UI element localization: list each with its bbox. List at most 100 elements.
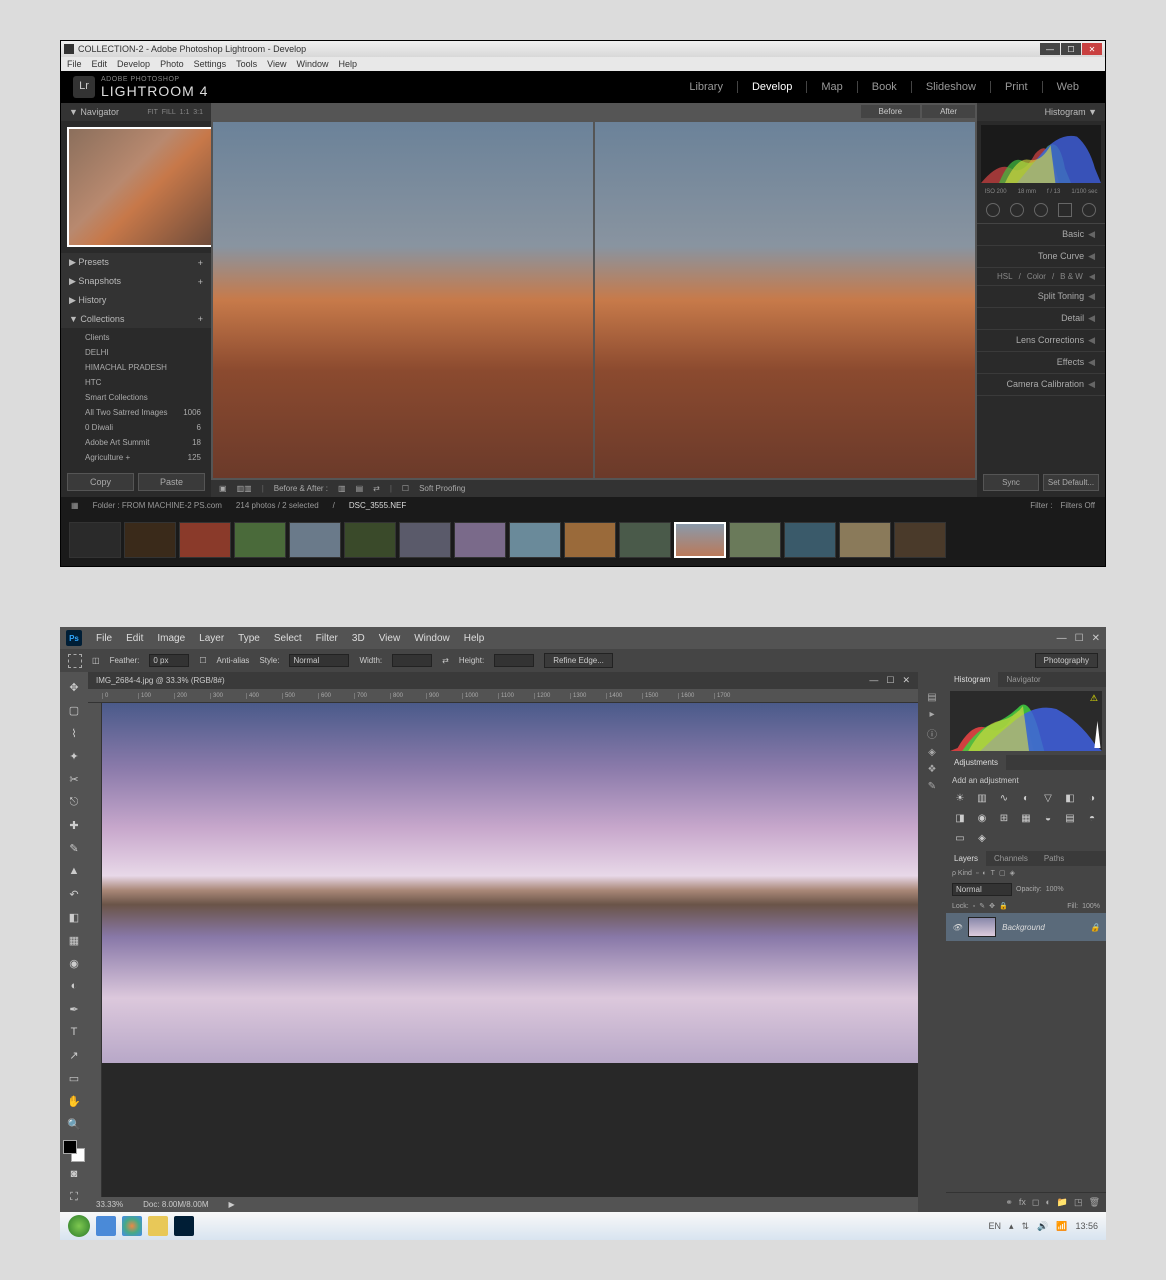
menu-help[interactable]: Help bbox=[339, 59, 358, 69]
menu-view[interactable]: View bbox=[267, 59, 286, 69]
info-icon[interactable]: ⓘ bbox=[927, 726, 937, 741]
filmstrip-thumb[interactable] bbox=[619, 522, 671, 558]
marquee-tool-icon[interactable]: ▢ bbox=[63, 699, 85, 721]
detail-panel[interactable]: Detail◀ bbox=[977, 308, 1105, 330]
status-arrow-icon[interactable]: ▶ bbox=[229, 1200, 235, 1209]
grid-icon[interactable]: ▦ bbox=[71, 501, 79, 510]
collection-item[interactable]: Smart Collections bbox=[61, 390, 211, 405]
after-image[interactable] bbox=[595, 122, 975, 478]
tab-navigator[interactable]: Navigator bbox=[998, 672, 1048, 687]
collection-item[interactable]: Adobe Art Summit18 bbox=[61, 435, 211, 450]
menu-type[interactable]: Type bbox=[238, 633, 260, 644]
layer-name[interactable]: Background bbox=[1002, 923, 1045, 932]
selective-icon[interactable]: ◈ bbox=[974, 831, 990, 845]
ba-mode-icon[interactable]: ▤ bbox=[356, 484, 364, 493]
histogram-header[interactable]: Histogram ▼ bbox=[977, 103, 1105, 121]
path-tool-icon[interactable]: ↗ bbox=[63, 1044, 85, 1066]
vibrance-icon[interactable]: ▽ bbox=[1040, 791, 1056, 805]
zoom-level[interactable]: 33.33% bbox=[96, 1200, 123, 1209]
layer-kind-label[interactable]: ρ Kind bbox=[952, 870, 972, 877]
menu-edit[interactable]: Edit bbox=[92, 59, 108, 69]
wand-tool-icon[interactable]: ✦ bbox=[63, 745, 85, 767]
filmstrip-thumb[interactable] bbox=[289, 522, 341, 558]
fill-value[interactable]: 100% bbox=[1082, 903, 1100, 910]
tab-layers[interactable]: Layers bbox=[946, 851, 986, 866]
crop-tool-icon[interactable]: ✂ bbox=[63, 768, 85, 790]
ba-mode-icon[interactable]: ▥ bbox=[338, 484, 346, 493]
module-library[interactable]: Library bbox=[689, 81, 738, 93]
filmstrip-thumb[interactable] bbox=[179, 522, 231, 558]
selection-mode-icon[interactable]: ◫ bbox=[92, 656, 100, 665]
snapshots-panel[interactable]: ▶ Snapshots+ bbox=[61, 272, 211, 291]
bw-icon[interactable]: ◨ bbox=[952, 811, 968, 825]
curves-icon[interactable]: ∿ bbox=[996, 791, 1012, 805]
tonecurve-panel[interactable]: Tone Curve◀ bbox=[977, 246, 1105, 268]
menu-settings[interactable]: Settings bbox=[194, 59, 227, 69]
horizontal-ruler[interactable]: 0100200300400500600700800900100011001200… bbox=[88, 689, 918, 703]
menu-3d[interactable]: 3D bbox=[352, 633, 365, 644]
screenmode-icon[interactable]: ⛶ bbox=[63, 1186, 85, 1208]
document-tab[interactable]: IMG_2684-4.jpg @ 33.3% (RGB/8#) — ☐ ✕ bbox=[88, 672, 918, 689]
type-tool-icon[interactable]: T bbox=[63, 1021, 85, 1043]
minimize-button[interactable]: — bbox=[1057, 633, 1067, 644]
collection-item[interactable]: 0 Diwali6 bbox=[61, 420, 211, 435]
gradient-tool-icon[interactable]: ▦ bbox=[63, 929, 85, 951]
tray-flag-icon[interactable]: ▴ bbox=[1009, 1221, 1014, 1232]
collection-item[interactable]: HIMACHAL PRADESH bbox=[61, 360, 211, 375]
splittoning-panel[interactable]: Split Toning◀ bbox=[977, 286, 1105, 308]
invert-icon[interactable]: ◒ bbox=[1040, 811, 1056, 825]
menu-edit[interactable]: Edit bbox=[126, 633, 143, 644]
menu-photo[interactable]: Photo bbox=[160, 59, 184, 69]
explorer-taskbar-icon[interactable] bbox=[148, 1216, 168, 1236]
doc-minimize-icon[interactable]: — bbox=[869, 675, 878, 686]
tab-channels[interactable]: Channels bbox=[986, 851, 1036, 866]
vertical-ruler[interactable] bbox=[88, 703, 102, 1197]
minimize-button[interactable]: — bbox=[1040, 43, 1060, 55]
actions-icon[interactable]: ▸ bbox=[929, 709, 934, 720]
module-print[interactable]: Print bbox=[1005, 81, 1043, 93]
lenscorr-panel[interactable]: Lens Corrections◀ bbox=[977, 330, 1105, 352]
chrome-taskbar-icon[interactable] bbox=[122, 1216, 142, 1236]
filter-shape-icon[interactable]: ▢ bbox=[999, 869, 1006, 877]
filmstrip[interactable] bbox=[61, 514, 1105, 566]
lasso-tool-icon[interactable]: ⌇ bbox=[63, 722, 85, 744]
filmstrip-thumb[interactable] bbox=[69, 522, 121, 558]
copy-button[interactable]: Copy bbox=[67, 473, 134, 491]
link-layers-icon[interactable]: ⚭ bbox=[1005, 1197, 1013, 1208]
menu-develop[interactable]: Develop bbox=[117, 59, 150, 69]
exposure-icon[interactable]: ◐ bbox=[1018, 791, 1034, 805]
filter-adjust-icon[interactable]: ◐ bbox=[982, 870, 986, 877]
collection-item[interactable]: DELHI bbox=[61, 345, 211, 360]
history-icon[interactable]: ▤ bbox=[927, 692, 936, 703]
delete-layer-icon[interactable]: 🗑 bbox=[1089, 1197, 1100, 1208]
compare-view-icon[interactable]: ▥▥ bbox=[237, 484, 252, 493]
tray-wifi-icon[interactable]: 📶 bbox=[1056, 1221, 1067, 1232]
levels-icon[interactable]: ▥ bbox=[974, 791, 990, 805]
hsl-panel[interactable]: HSL/Color/B & W◀ bbox=[977, 268, 1105, 286]
menu-layer[interactable]: Layer bbox=[199, 633, 224, 644]
clone-icon[interactable]: ❖ bbox=[928, 764, 937, 775]
eraser-tool-icon[interactable]: ◧ bbox=[63, 906, 85, 928]
lock-position-icon[interactable]: ✥ bbox=[989, 902, 995, 910]
crop-tool-icon[interactable] bbox=[986, 203, 1000, 217]
filmstrip-thumb[interactable] bbox=[454, 522, 506, 558]
effects-panel[interactable]: Effects◀ bbox=[977, 352, 1105, 374]
filmstrip-thumb[interactable] bbox=[234, 522, 286, 558]
blur-tool-icon[interactable]: ◉ bbox=[63, 952, 85, 974]
menu-filter[interactable]: Filter bbox=[316, 633, 338, 644]
lang-indicator[interactable]: EN bbox=[988, 1221, 1001, 1231]
marquee-tool-icon[interactable] bbox=[68, 654, 82, 668]
history-panel[interactable]: ▶ History bbox=[61, 291, 211, 310]
style-select[interactable] bbox=[289, 654, 349, 667]
calibration-panel[interactable]: Camera Calibration◀ bbox=[977, 374, 1105, 396]
eyedropper-tool-icon[interactable]: ⎋ bbox=[63, 791, 85, 813]
filmstrip-thumb[interactable] bbox=[399, 522, 451, 558]
threshold-icon[interactable]: ◓ bbox=[1084, 811, 1100, 825]
basic-panel[interactable]: Basic◀ bbox=[977, 224, 1105, 246]
brush-tool-icon[interactable] bbox=[1082, 203, 1096, 217]
filter-pixel-icon[interactable]: ▫ bbox=[976, 870, 978, 877]
gradientmap-icon[interactable]: ▭ bbox=[952, 831, 968, 845]
height-input[interactable] bbox=[494, 654, 534, 667]
properties-icon[interactable]: ◈ bbox=[928, 747, 936, 758]
canvas[interactable] bbox=[102, 703, 918, 1063]
